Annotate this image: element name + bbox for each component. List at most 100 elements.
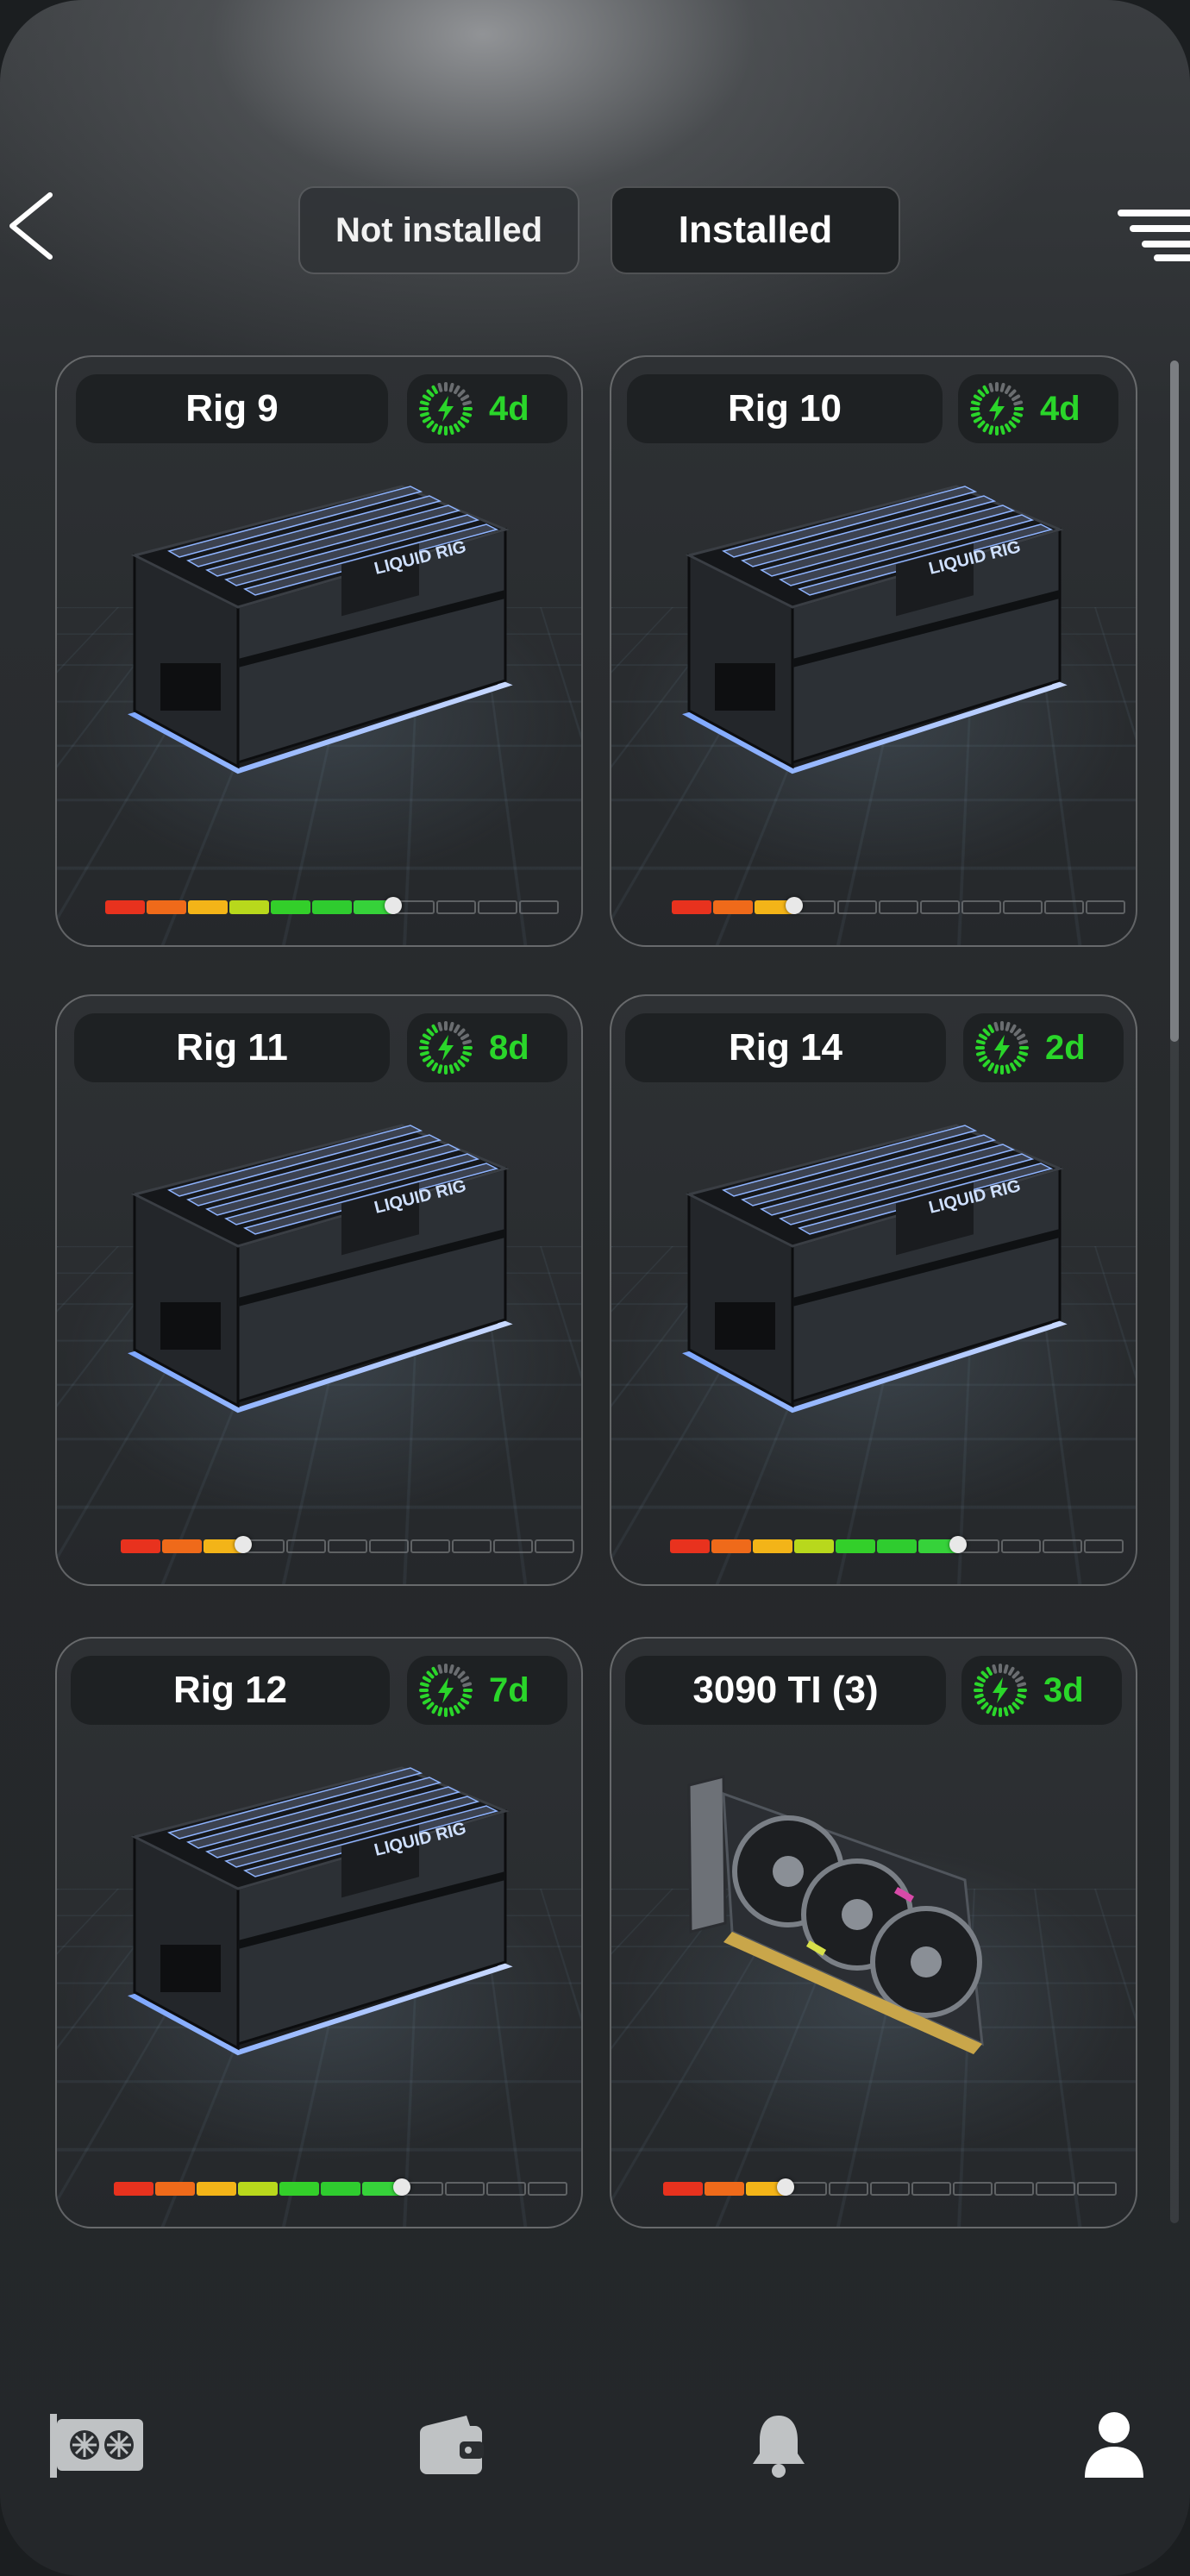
level-segment — [535, 1539, 574, 1553]
level-segment — [312, 900, 352, 914]
rig-card[interactable]: Rig 10 4d LIQUID RIG — [610, 355, 1137, 947]
tab-installed[interactable]: Installed — [611, 186, 900, 274]
rig-card[interactable]: Rig 11 8d LIQUID RIG — [55, 994, 583, 1586]
lightning-timer-icon — [419, 1664, 473, 1717]
rig-card[interactable]: 3090 TI (3) 3d — [610, 1637, 1137, 2228]
app-screen: Not installed Installed Rig 9 4d LIQUID … — [0, 0, 1190, 2576]
level-segment — [279, 2182, 319, 2196]
rig-card[interactable]: Rig 9 4d LIQUID RIG — [55, 355, 583, 947]
timer-value: 3d — [1043, 1671, 1084, 1709]
level-segment — [445, 2182, 485, 2196]
level-bar — [663, 2178, 1118, 2196]
level-segment — [238, 2182, 278, 2196]
level-segment — [1077, 2182, 1117, 2196]
level-segment — [114, 2182, 153, 2196]
gpu-image — [672, 1742, 1077, 2104]
card-title: Rig 12 — [71, 1656, 390, 1725]
rig-card[interactable]: Rig 12 7d LIQUID RIG — [55, 1637, 583, 2228]
timer-badge: 7d — [407, 1656, 567, 1725]
level-segment — [794, 1539, 834, 1553]
level-segment — [286, 1539, 326, 1553]
level-bar — [114, 2178, 569, 2196]
lightning-timer-icon — [970, 382, 1024, 436]
chevron-left-icon — [9, 192, 53, 260]
level-segment — [1036, 2182, 1075, 2196]
lightning-timer-icon — [419, 382, 473, 436]
nav-profile-button[interactable] — [1062, 2397, 1166, 2492]
tab-not-installed[interactable]: Not installed — [298, 186, 579, 274]
level-segment — [870, 2182, 910, 2196]
level-bar — [670, 1536, 1125, 1553]
rig-image: LIQUID RIG — [117, 1100, 523, 1462]
level-indicator — [385, 897, 402, 914]
rig-image: LIQUID RIG — [672, 461, 1077, 823]
level-segment — [162, 1539, 202, 1553]
level-segment — [369, 1539, 409, 1553]
level-segment — [1086, 900, 1125, 914]
level-segment — [147, 900, 186, 914]
level-segment — [478, 900, 517, 914]
level-segment — [711, 1539, 751, 1553]
lightning-timer-icon — [419, 1021, 473, 1075]
level-segment — [663, 2182, 703, 2196]
scrollbar-thumb[interactable] — [1170, 360, 1179, 1042]
level-segment — [837, 900, 877, 914]
level-segment — [953, 2182, 993, 2196]
card-title: Rig 10 — [627, 374, 943, 443]
level-indicator — [949, 1536, 967, 1553]
level-segment — [1043, 1539, 1082, 1553]
rig-card[interactable]: Rig 14 2d LIQUID RIG — [610, 994, 1137, 1586]
nav-wallet-button[interactable] — [399, 2397, 503, 2492]
level-segment — [197, 2182, 236, 2196]
user-icon — [1085, 2412, 1143, 2478]
level-bar — [121, 1536, 576, 1553]
level-segment — [994, 2182, 1034, 2196]
timer-value: 4d — [1040, 390, 1080, 428]
filter-menu-icon — [1118, 210, 1190, 261]
level-segment — [911, 2182, 951, 2196]
level-segment — [321, 2182, 360, 2196]
timer-badge: 3d — [961, 1656, 1122, 1725]
level-segment — [670, 1539, 710, 1553]
level-bar — [105, 897, 561, 914]
level-indicator — [786, 897, 803, 914]
timer-value: 7d — [489, 1671, 529, 1709]
card-title: Rig 11 — [74, 1013, 390, 1082]
wallet-icon — [420, 2416, 484, 2474]
level-segment — [271, 900, 310, 914]
level-segment — [155, 2182, 195, 2196]
level-segment — [229, 900, 269, 914]
level-segment — [877, 1539, 917, 1553]
timer-badge: 8d — [407, 1013, 567, 1082]
timer-badge: 4d — [407, 374, 567, 443]
level-segment — [519, 900, 559, 914]
level-segment — [920, 900, 960, 914]
level-segment — [1003, 900, 1043, 914]
back-button[interactable] — [0, 181, 69, 267]
level-segment — [961, 900, 1001, 914]
scrollbar[interactable] — [1170, 360, 1179, 2223]
level-segment — [486, 2182, 526, 2196]
lightning-timer-icon — [975, 1021, 1029, 1075]
bell-icon — [753, 2416, 805, 2478]
level-segment — [410, 1539, 450, 1553]
nav-notifications-button[interactable] — [727, 2397, 830, 2492]
lightning-timer-icon — [974, 1664, 1027, 1717]
gpu-card-icon — [50, 2414, 143, 2478]
level-segment — [105, 900, 145, 914]
level-segment — [188, 900, 228, 914]
level-segment — [328, 1539, 367, 1553]
level-segment — [836, 1539, 875, 1553]
level-segment — [528, 2182, 567, 2196]
timer-badge: 4d — [958, 374, 1118, 443]
rig-image: LIQUID RIG — [117, 461, 523, 823]
level-segment — [436, 900, 476, 914]
level-segment — [829, 2182, 868, 2196]
filter-menu-button[interactable] — [1116, 203, 1190, 272]
level-indicator — [777, 2178, 794, 2196]
level-segment — [705, 2182, 744, 2196]
rig-image: LIQUID RIG — [117, 1742, 523, 2104]
nav-rigs-button[interactable] — [45, 2397, 148, 2492]
timer-value: 8d — [489, 1029, 529, 1067]
level-segment — [879, 900, 918, 914]
